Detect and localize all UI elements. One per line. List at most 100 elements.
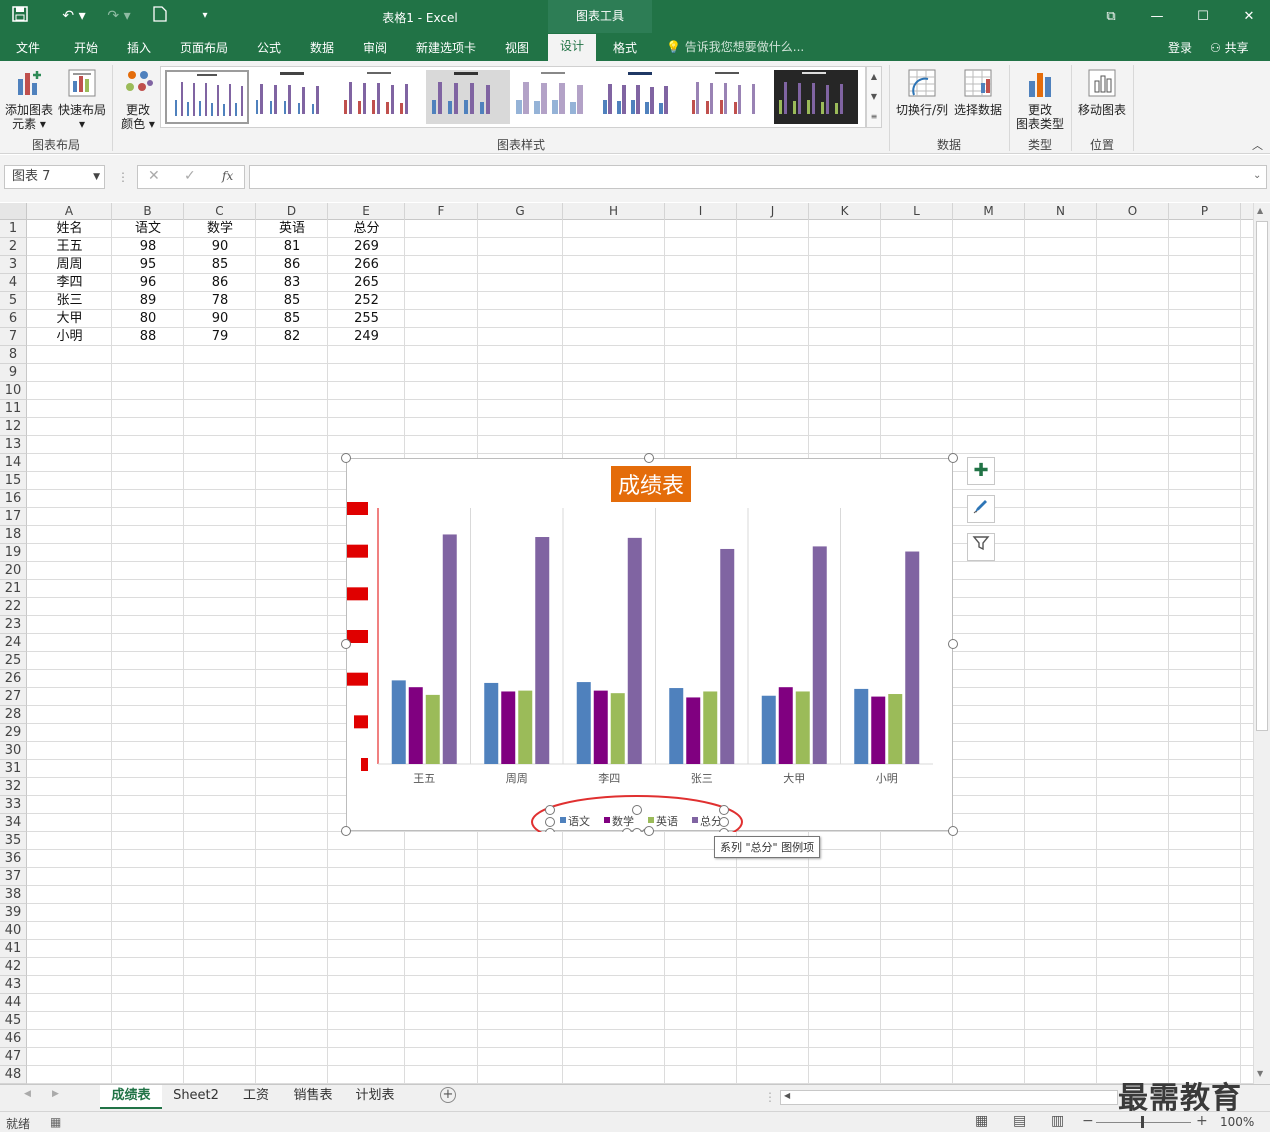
- chevron-up-icon[interactable]: ▲: [867, 67, 881, 87]
- tab-page-layout[interactable]: 页面布局: [180, 38, 228, 58]
- row-header-27[interactable]: 27: [0, 688, 27, 706]
- normal-view-icon[interactable]: ▦: [975, 1113, 988, 1129]
- maximize-button[interactable]: ☐: [1180, 0, 1226, 33]
- ribbon-display-options-icon[interactable]: ⧉: [1088, 0, 1134, 33]
- add-chart-element-button[interactable]: 添加图表 元素 ▾: [4, 67, 54, 131]
- row-header-31[interactable]: 31: [0, 760, 27, 778]
- row-header-2[interactable]: 2: [0, 238, 27, 256]
- sheet-tab-scores[interactable]: 成绩表: [100, 1085, 162, 1109]
- cancel-icon[interactable]: ✕: [148, 168, 160, 184]
- column-header-M[interactable]: M: [953, 203, 1025, 220]
- zoom-slider-thumb[interactable]: [1141, 1116, 1144, 1128]
- chart-style-thumbnail[interactable]: [426, 70, 510, 124]
- cell-C1[interactable]: 数学: [184, 220, 256, 238]
- row-header-19[interactable]: 19: [0, 544, 27, 562]
- row-header-16[interactable]: 16: [0, 490, 27, 508]
- row-header-44[interactable]: 44: [0, 994, 27, 1012]
- cell-A7[interactable]: 小明: [27, 328, 112, 346]
- cell-D6[interactable]: 85: [256, 310, 328, 328]
- scroll-left-icon[interactable]: ◀: [784, 1091, 790, 1100]
- minimize-button[interactable]: —: [1134, 0, 1180, 33]
- row-header-1[interactable]: 1: [0, 220, 27, 238]
- row-header-11[interactable]: 11: [0, 400, 27, 418]
- select-data-button[interactable]: 选择数据: [952, 67, 1004, 117]
- cell-B2[interactable]: 98: [112, 238, 184, 256]
- chart-style-thumbnail[interactable]: [513, 70, 597, 124]
- row-header-25[interactable]: 25: [0, 652, 27, 670]
- row-header-29[interactable]: 29: [0, 724, 27, 742]
- tab-design[interactable]: 设计: [548, 34, 597, 61]
- cell-E3[interactable]: 266: [328, 256, 405, 274]
- collapse-ribbon-icon[interactable]: ︿: [1252, 137, 1263, 153]
- switch-row-column-button[interactable]: 切换行/列: [893, 67, 951, 117]
- tell-me-search[interactable]: 💡 告诉我您想要做什么...: [666, 38, 804, 55]
- column-header-B[interactable]: B: [112, 203, 184, 220]
- column-header-C[interactable]: C: [184, 203, 256, 220]
- column-header-J[interactable]: J: [737, 203, 809, 220]
- chart-elements-button[interactable]: ✚: [967, 457, 995, 485]
- row-header-8[interactable]: 8: [0, 346, 27, 364]
- cell-D7[interactable]: 82: [256, 328, 328, 346]
- sheet-tab-sales[interactable]: 销售表: [284, 1085, 342, 1109]
- cell-D3[interactable]: 86: [256, 256, 328, 274]
- quick-layout-button[interactable]: 快速布局 ▾: [57, 67, 107, 131]
- cell-E6[interactable]: 255: [328, 310, 405, 328]
- next-sheet-icon[interactable]: ▶: [52, 1089, 59, 1099]
- tab-data[interactable]: 数据: [310, 38, 334, 58]
- column-header-E[interactable]: E: [328, 203, 405, 220]
- column-header-D[interactable]: D: [256, 203, 328, 220]
- chart-style-thumbnail[interactable]: [687, 70, 771, 124]
- row-header-10[interactable]: 10: [0, 382, 27, 400]
- chart-object[interactable]: 成绩表 0 50 100 150 200 250 300 王五 周周 李四 张三 大甲 小明 语文 数学 英语 总…: [346, 458, 953, 849]
- row-header-4[interactable]: 4: [0, 274, 27, 292]
- cell-A1[interactable]: 姓名: [27, 220, 112, 238]
- cell-B4[interactable]: 96: [112, 274, 184, 292]
- cell-D2[interactable]: 81: [256, 238, 328, 256]
- row-header-3[interactable]: 3: [0, 256, 27, 274]
- cell-B7[interactable]: 88: [112, 328, 184, 346]
- tab-file[interactable]: 文件: [16, 38, 40, 58]
- row-header-40[interactable]: 40: [0, 922, 27, 940]
- cell-C4[interactable]: 86: [184, 274, 256, 292]
- row-header-24[interactable]: 24: [0, 634, 27, 652]
- zoom-level[interactable]: 100%: [1220, 1115, 1254, 1129]
- row-header-14[interactable]: 14: [0, 454, 27, 472]
- chart-filters-button[interactable]: [967, 533, 995, 561]
- column-header-A[interactable]: A: [27, 203, 112, 220]
- name-box[interactable]: 图表 7 ▼: [4, 165, 105, 189]
- macro-record-icon[interactable]: ▦: [50, 1115, 61, 1129]
- add-sheet-icon[interactable]: +: [440, 1087, 456, 1103]
- column-header-F[interactable]: F: [405, 203, 478, 220]
- chart-resize-handle[interactable]: [644, 826, 654, 836]
- chevron-down-icon[interactable]: ▼: [867, 87, 881, 107]
- gallery-scroll[interactable]: ▲ ▼ ≡: [866, 66, 882, 128]
- row-header-41[interactable]: 41: [0, 940, 27, 958]
- cell-E2[interactable]: 269: [328, 238, 405, 256]
- row-header-18[interactable]: 18: [0, 526, 27, 544]
- row-header-6[interactable]: 6: [0, 310, 27, 328]
- formula-input[interactable]: [249, 165, 1267, 189]
- function-icon[interactable]: fx: [222, 169, 233, 183]
- sheet-tab-salary[interactable]: 工资: [232, 1085, 280, 1109]
- chart-style-thumbnail[interactable]: [252, 70, 336, 124]
- more-options-icon[interactable]: ⋮: [117, 170, 129, 184]
- cell-C6[interactable]: 90: [184, 310, 256, 328]
- horizontal-scrollbar[interactable]: ◀: [780, 1090, 1118, 1105]
- row-header-28[interactable]: 28: [0, 706, 27, 724]
- row-header-46[interactable]: 46: [0, 1030, 27, 1048]
- chart-resize-handle[interactable]: [341, 826, 351, 836]
- row-header-34[interactable]: 34: [0, 814, 27, 832]
- row-header-43[interactable]: 43: [0, 976, 27, 994]
- column-header-P[interactable]: P: [1169, 203, 1241, 220]
- cell-C5[interactable]: 78: [184, 292, 256, 310]
- row-header-13[interactable]: 13: [0, 436, 27, 454]
- change-chart-type-button[interactable]: 更改 图表类型: [1013, 67, 1067, 131]
- column-header-O[interactable]: O: [1097, 203, 1169, 220]
- chart-resize-handle[interactable]: [948, 453, 958, 463]
- tab-view[interactable]: 视图: [505, 38, 529, 58]
- row-header-21[interactable]: 21: [0, 580, 27, 598]
- cell-A3[interactable]: 周周: [27, 256, 112, 274]
- column-header-K[interactable]: K: [809, 203, 881, 220]
- login-link[interactable]: 登录: [1168, 38, 1192, 58]
- row-header-47[interactable]: 47: [0, 1048, 27, 1066]
